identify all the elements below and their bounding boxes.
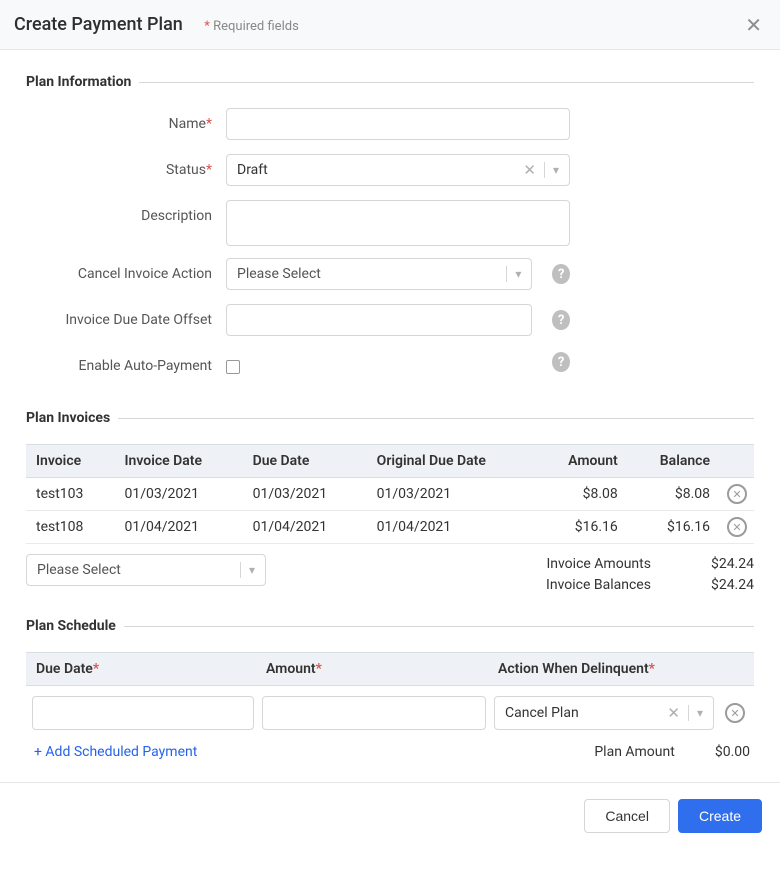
section-title-plan-invoices: Plan Invoices: [26, 410, 754, 426]
section-title-plan-schedule: Plan Schedule: [26, 618, 754, 634]
col-orig-due-date: Original Due Date: [367, 445, 537, 478]
col-invoice: Invoice: [26, 445, 115, 478]
col-schedule-due-date: Due Date*: [36, 661, 266, 677]
modal-header: Create Payment Plan * Required fields ✕: [0, 0, 780, 50]
create-button[interactable]: Create: [678, 799, 762, 833]
col-balance: Balance: [628, 445, 720, 478]
chevron-down-icon: ▾: [515, 267, 521, 281]
remove-schedule-icon[interactable]: ✕: [725, 703, 745, 723]
help-icon[interactable]: ?: [552, 310, 570, 330]
plan-amount-value: $0.00: [715, 744, 750, 760]
section-title-plan-info: Plan Information: [26, 74, 754, 90]
schedule-amount-input[interactable]: [262, 696, 486, 730]
invoice-due-date-offset-input[interactable]: [226, 304, 532, 336]
schedule-action-select[interactable]: Cancel Plan ✕ ▾: [494, 696, 714, 730]
table-row: test103 01/03/2021 01/03/2021 01/03/2021…: [26, 478, 754, 511]
table-row: test108 01/04/2021 01/04/2021 01/04/2021…: [26, 511, 754, 544]
chevron-down-icon: ▾: [697, 706, 703, 720]
add-scheduled-payment-link[interactable]: + Add Scheduled Payment: [34, 744, 197, 760]
status-select[interactable]: Draft ✕ ▾: [226, 154, 570, 186]
schedule-row: Cancel Plan ✕ ▾ ✕: [26, 686, 754, 740]
description-textarea[interactable]: [226, 200, 570, 246]
offset-label: Invoice Due Date Offset: [26, 304, 226, 328]
help-icon[interactable]: ?: [552, 264, 570, 284]
chevron-down-icon: ▾: [553, 163, 559, 177]
schedule-header: Due Date* Amount* Action When Delinquent…: [26, 652, 754, 686]
plan-amount-label: Plan Amount: [594, 744, 674, 760]
section-plan-schedule: Plan Schedule Due Date* Amount* Action W…: [26, 618, 754, 760]
col-due-date: Due Date: [243, 445, 367, 478]
invoices-table: Invoice Invoice Date Due Date Original D…: [26, 444, 754, 544]
modal-body: Plan Information Name* Status* Draft ✕ ▾: [0, 50, 780, 782]
schedule-due-date-input[interactable]: [32, 696, 254, 730]
help-icon[interactable]: ?: [552, 352, 570, 372]
col-amount: Amount: [536, 445, 627, 478]
name-label: Name*: [26, 108, 226, 132]
invoice-totals: Invoice Amounts Invoice Balances $24.24 …: [546, 554, 754, 596]
cancel-invoice-action-select[interactable]: Please Select ▾: [226, 258, 532, 290]
cancel-action-label: Cancel Invoice Action: [26, 258, 226, 282]
col-schedule-amount: Amount*: [266, 661, 498, 677]
enable-auto-payment-checkbox[interactable]: [226, 360, 240, 374]
status-value: Draft: [237, 162, 268, 178]
section-plan-information: Plan Information Name* Status* Draft ✕ ▾: [26, 74, 754, 388]
chevron-down-icon: ▾: [249, 563, 255, 577]
add-invoice-select[interactable]: Please Select ▾: [26, 554, 266, 586]
required-fields-note: * Required fields: [204, 19, 299, 34]
status-clear-icon[interactable]: ✕: [523, 163, 536, 178]
section-plan-invoices: Plan Invoices Invoice Invoice Date Due D…: [26, 410, 754, 596]
modal-title: Create Payment Plan: [14, 14, 183, 35]
schedule-action-clear-icon[interactable]: ✕: [667, 706, 680, 721]
col-schedule-action: Action When Delinquent*: [498, 661, 710, 677]
modal-footer: Cancel Create: [0, 782, 780, 849]
remove-invoice-icon[interactable]: ✕: [727, 484, 747, 504]
remove-invoice-icon[interactable]: ✕: [727, 517, 747, 537]
required-star: *: [204, 19, 210, 34]
cancel-action-placeholder: Please Select: [237, 266, 321, 282]
name-input[interactable]: [226, 108, 570, 140]
header-left: Create Payment Plan * Required fields: [14, 14, 299, 35]
description-label: Description: [26, 200, 226, 224]
col-invoice-date: Invoice Date: [115, 445, 243, 478]
close-icon[interactable]: ✕: [745, 15, 762, 35]
cancel-button[interactable]: Cancel: [584, 799, 670, 833]
status-label: Status*: [26, 154, 226, 178]
autopay-label: Enable Auto-Payment: [26, 350, 226, 374]
